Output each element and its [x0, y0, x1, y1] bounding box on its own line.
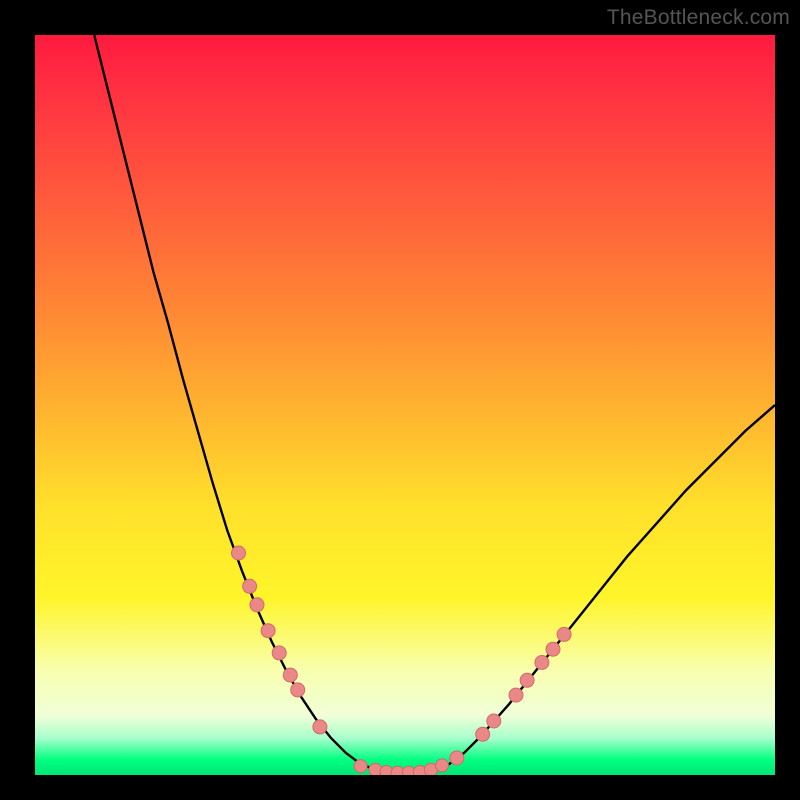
- marker-dot: [250, 598, 264, 612]
- marker-dot: [509, 688, 523, 702]
- marker-dot: [487, 714, 501, 728]
- marker-dot: [291, 683, 305, 697]
- curve-svg: [35, 35, 775, 775]
- marker-dot: [232, 546, 246, 560]
- marker-dot: [261, 624, 275, 638]
- marker-dot: [546, 642, 560, 656]
- bottleneck-curve-path: [94, 35, 775, 774]
- marker-dot: [313, 720, 327, 734]
- marker-dot: [354, 760, 367, 773]
- marker-dot: [436, 759, 449, 772]
- marker-dot: [243, 579, 257, 593]
- marker-dot: [520, 673, 534, 687]
- outer-frame: TheBottleneck.com: [0, 0, 800, 800]
- marker-dot: [450, 751, 464, 765]
- marker-dot: [535, 656, 549, 670]
- marker-dot: [476, 727, 490, 741]
- marker-dot: [283, 668, 297, 682]
- marker-dot: [272, 646, 286, 660]
- watermark-text: TheBottleneck.com: [607, 6, 790, 30]
- marker-dot: [557, 627, 571, 641]
- plot-area: [35, 35, 775, 775]
